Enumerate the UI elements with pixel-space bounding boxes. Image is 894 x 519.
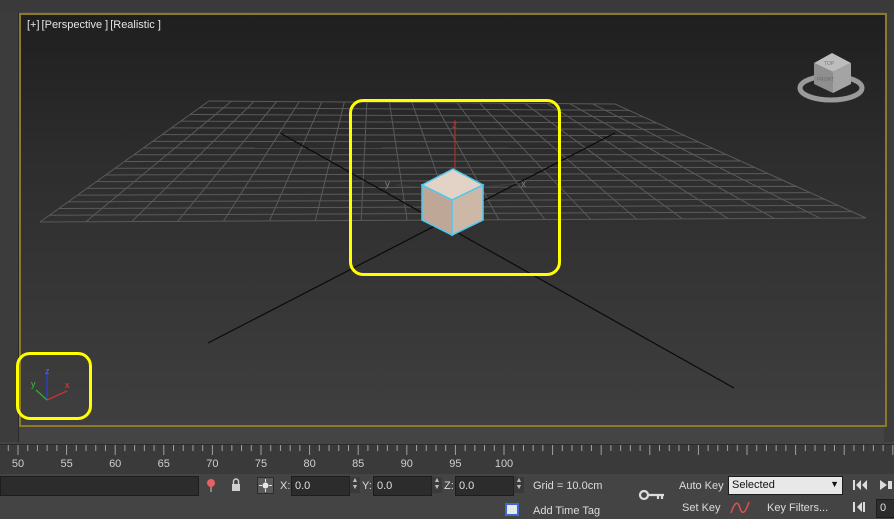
current-frame-field[interactable]: 0 xyxy=(876,499,894,518)
svg-text:x: x xyxy=(65,380,70,390)
timeline-tick-label: 50 xyxy=(12,458,24,470)
perspective-viewport[interactable]: z y x z y x FRONT TOP [+][Perspective xyxy=(19,13,887,427)
gizmo-x-label: x xyxy=(521,179,526,190)
absolute-mode-icon[interactable] xyxy=(257,477,274,494)
viewport-shading-menu[interactable]: [Realistic ] xyxy=(110,19,161,31)
time-slider-track[interactable]: 50 55 60 65 70 75 80 85 90 95 100 xyxy=(0,444,894,475)
selection-set-dropdown[interactable]: Selected ▼ xyxy=(728,476,843,495)
timeline-tick-label: 70 xyxy=(206,458,218,470)
timeline-tick-label: 65 xyxy=(158,458,170,470)
timeline-tick-label: 90 xyxy=(401,458,413,470)
viewport-label-menu[interactable]: [+][Perspective ][Realistic ] xyxy=(27,19,163,31)
x-label: X: xyxy=(280,480,290,492)
y-spinner[interactable]: ▲▼ xyxy=(431,477,442,493)
timeline-ruler xyxy=(0,445,894,459)
viewport-general-menu[interactable]: [+] xyxy=(27,19,40,31)
set-key-mode-icon[interactable] xyxy=(638,489,666,501)
home-grid: z y x z y x FRONT TOP xyxy=(21,15,885,425)
add-time-tag-button[interactable]: Add Time Tag xyxy=(533,505,600,517)
timeline-tick-label: 85 xyxy=(352,458,364,470)
z-label: Z: xyxy=(444,480,454,492)
y-label: Y: xyxy=(362,480,372,492)
timeline-tick-label: 100 xyxy=(495,458,513,470)
key-filters-button[interactable]: Key Filters... xyxy=(767,502,828,514)
svg-text:TOP: TOP xyxy=(824,61,835,67)
isolate-selection-icon[interactable] xyxy=(205,478,217,492)
world-axis-tripod: z y x xyxy=(31,366,70,400)
gizmo-z-label: z xyxy=(452,120,457,131)
world-axis-line-2 xyxy=(208,133,615,343)
go-to-start-icon[interactable] xyxy=(852,479,868,491)
timeline-tick-label: 75 xyxy=(255,458,267,470)
z-spinner[interactable]: ▲▼ xyxy=(513,477,524,493)
timeline-tick-label: 60 xyxy=(109,458,121,470)
box-object xyxy=(422,169,483,235)
auto-key-button[interactable]: Auto Key xyxy=(679,480,724,492)
play-animation-icon[interactable] xyxy=(876,477,894,493)
world-axis-line-1 xyxy=(280,133,734,388)
timeline-tick-label: 55 xyxy=(60,458,72,470)
gizmo-y-label: y xyxy=(385,179,390,190)
timeline-tick-label: 80 xyxy=(303,458,315,470)
lock-icon[interactable] xyxy=(230,478,242,492)
svg-text:z: z xyxy=(45,366,50,376)
prompt-line xyxy=(0,476,199,496)
x-coordinate-field[interactable]: 0.0 xyxy=(291,476,350,496)
svg-text:y: y xyxy=(31,379,36,389)
viewport-point-of-view-menu[interactable]: [Perspective ] xyxy=(42,19,109,31)
key-mode-curve-icon[interactable] xyxy=(730,499,750,516)
y-coordinate-field[interactable]: 0.0 xyxy=(373,476,432,496)
previous-frame-icon[interactable] xyxy=(852,501,868,513)
viewcube[interactable]: FRONT TOP xyxy=(800,53,862,100)
timeline-tick-label: 95 xyxy=(449,458,461,470)
left-toolbar-strip xyxy=(0,12,19,442)
svg-text:FRONT: FRONT xyxy=(817,77,834,83)
time-tag-icon[interactable] xyxy=(505,503,519,516)
status-bar: X: 0.0 ▲▼ Y: 0.0 ▲▼ Z: 0.0 ▲▼ Grid = 10.… xyxy=(0,474,894,516)
grid-size-readout: Grid = 10.0cm xyxy=(533,480,602,492)
chevron-down-icon: ▼ xyxy=(830,479,839,489)
set-key-button[interactable]: Set Key xyxy=(682,502,721,514)
x-spinner[interactable]: ▲▼ xyxy=(349,477,360,493)
z-coordinate-field[interactable]: 0.0 xyxy=(455,476,514,496)
top-menu-strip xyxy=(0,0,894,12)
